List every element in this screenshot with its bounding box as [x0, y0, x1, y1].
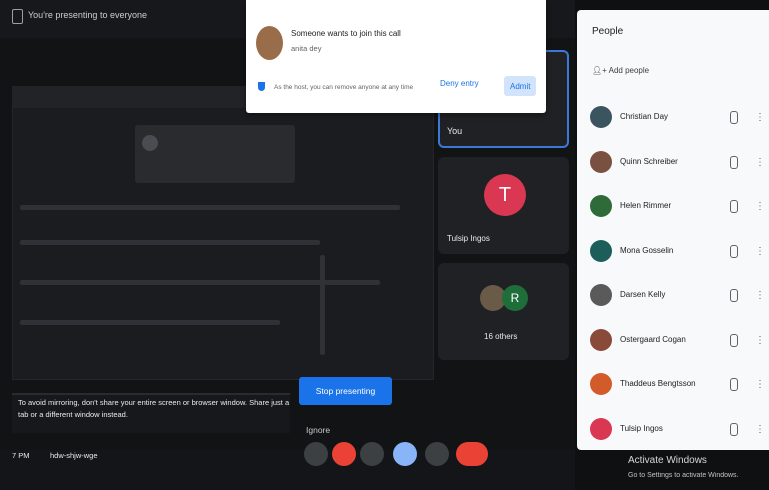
people-list-item[interactable]: Christian Day ⋮ [590, 106, 765, 136]
present-button[interactable] [393, 442, 417, 466]
people-list-item[interactable]: Thaddeus Bengtsson ⋮ [590, 373, 765, 403]
mic-off-icon [730, 422, 738, 436]
tile-others[interactable] [438, 263, 569, 360]
mic-off-icon [730, 111, 738, 124]
people-list-item[interactable]: Tulsip Ingos ⋮ [590, 417, 765, 448]
mirroring-warning-text: To avoid mirroring, don't share your ent… [18, 398, 290, 419]
person-name: Helen Rimmer [620, 201, 672, 210]
people-panel-title: People [592, 26, 624, 37]
meeting-code: hdw-shjw-wge [50, 451, 98, 460]
requester-name: anita dey [291, 44, 322, 53]
person-name: Quinn Schreiber [620, 156, 678, 166]
person-name: Thaddeus Bengtsson [620, 379, 696, 388]
mic-off-icon [730, 333, 738, 347]
admit-request-title: Someone wants to join this call [291, 29, 401, 38]
person-name: Ostergaard Cogan [620, 334, 686, 344]
ignore-button[interactable]: Ignore [306, 425, 330, 435]
add-people-label: Add people [608, 66, 650, 75]
more-vert-icon[interactable]: ⋮ [755, 157, 765, 168]
add-person-icon: 👤︎+ [592, 66, 609, 75]
person-avatar [590, 328, 612, 351]
person-name: Mona Gosselin [620, 245, 674, 255]
camera-off-button[interactable] [332, 442, 356, 466]
mic-off-icon [730, 244, 738, 258]
person-name: Darsen Kelly [620, 290, 666, 299]
more-vert-icon[interactable]: ⋮ [755, 201, 765, 212]
shared-screen-content [20, 195, 420, 365]
deny-entry-button[interactable]: Deny entry [440, 79, 479, 88]
person-avatar [590, 417, 612, 440]
captions-button[interactable] [360, 442, 384, 466]
person-avatar [590, 284, 612, 306]
mic-off-icon [730, 378, 738, 391]
more-vert-icon[interactable]: ⋮ [755, 335, 765, 346]
stop-presenting-button[interactable]: Stop presenting [299, 377, 392, 405]
person-avatar [590, 195, 612, 217]
more-vert-icon[interactable]: ⋮ [755, 246, 765, 257]
activate-windows-title: Activate Windows [628, 455, 707, 466]
participant-avatar: T [484, 174, 526, 216]
people-list-item[interactable]: Ostergaard Cogan ⋮ [590, 328, 765, 359]
tile-self-label: You [447, 126, 463, 136]
admit-request-popup [246, 0, 546, 113]
shared-screen-card [135, 125, 295, 183]
others-count-label: 16 others [484, 332, 518, 341]
meeting-time: 7 PM [12, 451, 30, 460]
more-vert-icon[interactable]: ⋮ [755, 424, 765, 435]
admit-button[interactable]: Admit [504, 76, 536, 96]
people-list-item[interactable]: Mona Gosselin ⋮ [590, 239, 765, 270]
mic-off-icon [730, 200, 738, 213]
mic-off-icon [730, 155, 738, 169]
requester-avatar [256, 26, 283, 60]
end-call-button[interactable] [456, 442, 488, 466]
people-list-item[interactable]: Quinn Schreiber ⋮ [590, 150, 765, 181]
activate-windows-subtitle: Go to Settings to activate Windows. [628, 472, 739, 479]
present-screen-icon [12, 9, 23, 24]
more-vert-icon[interactable]: ⋮ [755, 290, 765, 301]
add-people-button[interactable]: 👤︎+ Add people [592, 66, 649, 75]
more-options-button[interactable] [425, 442, 449, 466]
shared-card-avatar [142, 135, 158, 151]
person-avatar [590, 239, 612, 262]
presenting-status-text: You're presenting to everyone [28, 10, 147, 20]
person-name: Tulsip Ingos [620, 423, 663, 433]
mic-off-icon [730, 289, 738, 302]
others-avatar: R [502, 285, 528, 311]
shield-icon [258, 82, 265, 91]
more-vert-icon[interactable]: ⋮ [755, 112, 765, 123]
person-name: Christian Day [620, 112, 669, 121]
host-note: As the host, you can remove anyone at an… [274, 84, 414, 91]
more-vert-icon[interactable]: ⋮ [755, 379, 765, 390]
people-list-item[interactable]: Helen Rimmer ⋮ [590, 195, 765, 225]
people-list-item[interactable]: Darsen Kelly ⋮ [590, 284, 765, 314]
person-avatar [590, 373, 612, 395]
mic-button[interactable] [304, 442, 328, 466]
participant-name: Tulsip Ingos [447, 234, 490, 243]
person-avatar [590, 106, 612, 128]
person-avatar [590, 150, 612, 173]
